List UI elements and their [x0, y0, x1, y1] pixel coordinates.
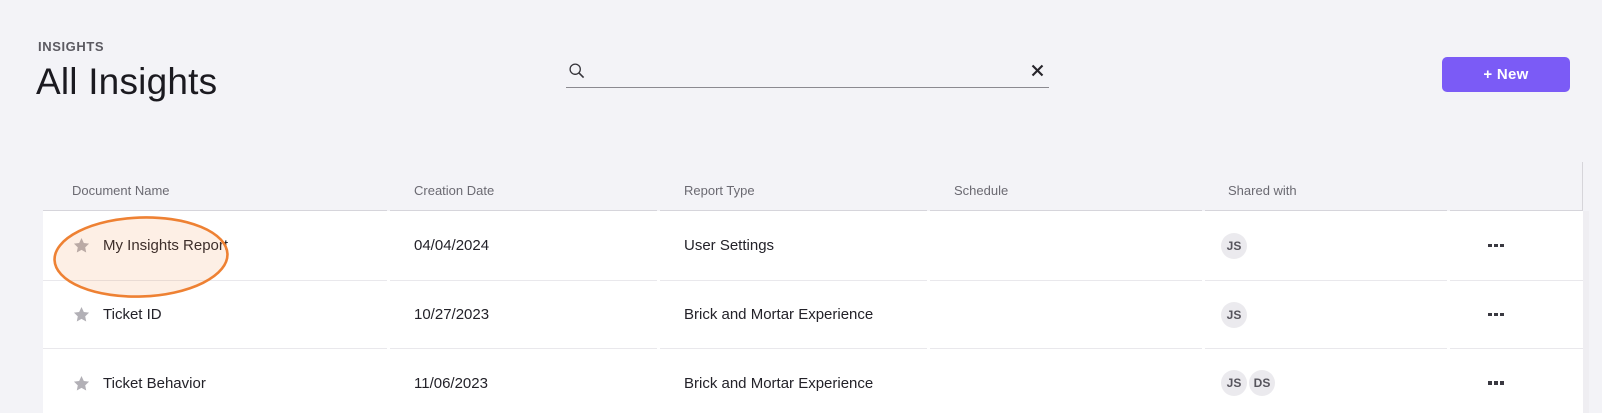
table-header-row: Document Name Creation Date Report Type …: [43, 170, 1583, 211]
column-header-report-type: Report Type: [660, 170, 927, 211]
avatar: DS: [1249, 370, 1275, 396]
column-header-creation-date: Creation Date: [390, 170, 657, 211]
clear-search-button[interactable]: [1027, 61, 1047, 81]
vertical-scrollbar-track[interactable]: [1582, 211, 1589, 413]
report-type-value: Brick and Mortar Experience: [660, 281, 927, 349]
close-icon: [1031, 64, 1043, 77]
column-header-shared-with: Shared with: [1205, 170, 1447, 211]
schedule-value: [930, 349, 1202, 413]
search-bar: [566, 54, 1049, 88]
creation-date-value: 11/06/2023: [414, 374, 488, 392]
document-name-label: Ticket Behavior: [103, 374, 206, 392]
creation-date-value: 10/27/2023: [390, 281, 657, 349]
report-type-value: Brick and Mortar Experience: [684, 374, 874, 392]
insights-table: Document Name Creation Date Report Type …: [43, 170, 1583, 413]
page-title: All Insights: [36, 61, 218, 102]
document-name-label: My Insights Report: [103, 237, 229, 254]
search-input[interactable]: [586, 54, 1027, 87]
new-insight-button[interactable]: + New: [1442, 57, 1570, 92]
column-header-schedule: Schedule: [930, 170, 1202, 211]
row-actions-button[interactable]: [1486, 240, 1506, 252]
favorite-star-icon[interactable]: [72, 305, 91, 324]
row-actions-button[interactable]: [1486, 377, 1506, 389]
insights-page: { "page": { "eyebrow": "INSIGHTS", "titl…: [0, 0, 1602, 413]
column-header-document-name: Document Name: [43, 170, 387, 211]
avatar: JS: [1221, 370, 1247, 396]
document-name-label: Ticket ID: [103, 306, 162, 323]
breadcrumb-eyebrow: INSIGHTS: [38, 39, 105, 54]
creation-date-value: 04/04/2024: [390, 211, 657, 281]
row-actions-button[interactable]: [1486, 309, 1506, 321]
favorite-star-icon[interactable]: [72, 236, 91, 255]
search-icon: [569, 62, 585, 78]
table-row[interactable]: Ticket ID 10/27/2023 Brick and Mortar Ex…: [43, 281, 1583, 349]
report-type-value: User Settings: [660, 211, 927, 281]
table-row[interactable]: Ticket Behavior 11/06/2023 Brick and Mor…: [43, 349, 1583, 413]
column-header-actions: [1450, 170, 1583, 211]
avatar: JS: [1221, 232, 1247, 259]
schedule-value: [930, 281, 1202, 349]
favorite-star-icon[interactable]: [72, 374, 91, 393]
schedule-value: [930, 211, 1202, 281]
avatar: JS: [1221, 301, 1247, 328]
table-row[interactable]: My Insights Report 04/04/2024 User Setti…: [43, 211, 1583, 281]
